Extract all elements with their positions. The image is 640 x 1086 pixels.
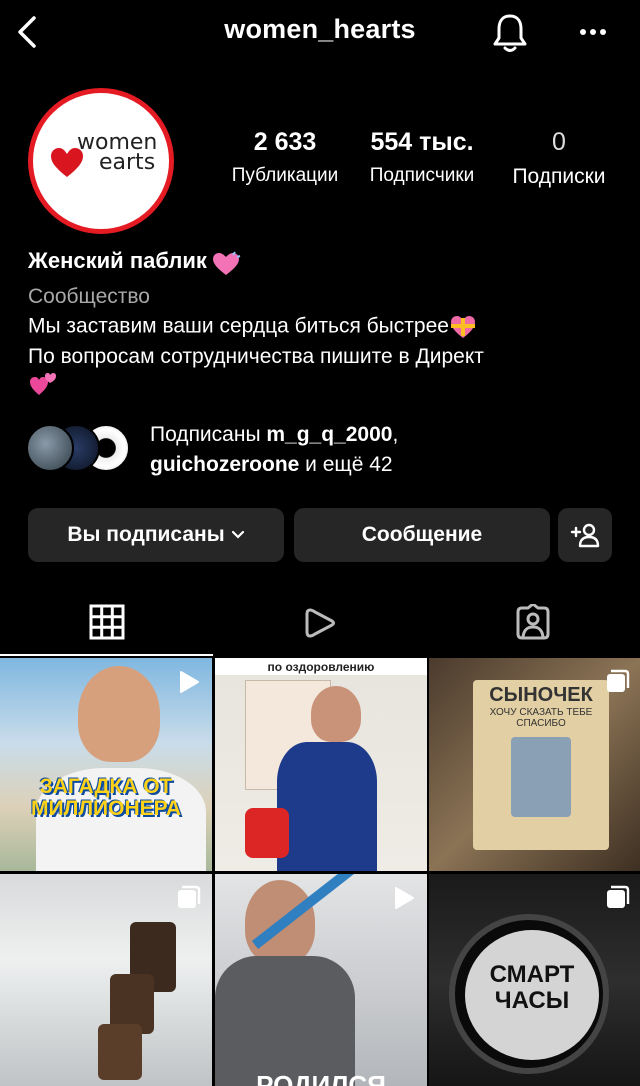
two-hearts-emoji-icon [30, 372, 56, 395]
profile-bio: Женский паблик Сообщество Мы заставим ва… [28, 248, 628, 402]
stat-posts-label: Публикации [231, 165, 339, 186]
carousel-icon [607, 885, 630, 908]
stat-following[interactable]: 0 Подписки [496, 128, 622, 189]
bio-line-2: По вопросам сотрудничества пишите в Дире… [28, 344, 484, 368]
post-thumbnail-person [215, 956, 355, 1086]
logo-wordmark: women earts [77, 130, 158, 175]
more-horizontal-icon[interactable] [576, 18, 610, 46]
profile-header: women_hearts [0, 0, 640, 64]
grid-post[interactable] [0, 874, 212, 1086]
post-overlay-text: РОДИЛСЯ [256, 1070, 386, 1086]
follower-avatar [26, 424, 74, 472]
message-button[interactable]: Сообщение [294, 508, 550, 562]
message-button-label: Сообщение [361, 523, 483, 546]
profile-display-name: Женский паблик [28, 248, 207, 273]
add-person-button[interactable] [558, 508, 612, 562]
stat-followers-value: 554 тыс. [370, 128, 474, 156]
subscribed-button-label: Вы подписаны [67, 523, 225, 546]
subscribed-button[interactable]: Вы подписаны [28, 508, 284, 562]
post-thumbnail-person [311, 686, 361, 742]
followed-by-row[interactable]: Подписаны m_g_q_2000, guichozeroone и ещ… [26, 420, 626, 480]
carousel-icon [607, 669, 630, 692]
reel-icon [395, 887, 414, 909]
profile-tabs [0, 590, 640, 656]
followed-by-user-2[interactable]: guichozeroone [150, 453, 299, 476]
stat-posts[interactable]: 2 633 Публикации [224, 128, 346, 187]
post-thumbnail-person [78, 666, 160, 762]
stat-following-value: 0 [552, 128, 566, 156]
grid-icon [89, 604, 124, 640]
grid-post[interactable]: по оздоровлению [215, 658, 427, 871]
add-person-icon [570, 523, 600, 548]
tagged-person-icon [516, 604, 549, 640]
profile-avatar[interactable]: women earts [28, 88, 174, 234]
bell-icon[interactable] [490, 12, 530, 54]
post-overlay-text: СЫНОЧЕК ХОЧУ СКАЗАТЬ ТЕБЕ СПАСИБО [473, 680, 609, 850]
stat-following-label: Подписки [512, 165, 606, 188]
reel-icon [180, 671, 199, 693]
followed-by-user-1[interactable]: m_g_q_2000 [266, 423, 392, 446]
followed-by-prefix: Подписаны [150, 423, 267, 446]
profile-username-title: women_hearts [224, 14, 416, 44]
stat-posts-value: 2 633 [253, 128, 317, 156]
post-overlay-text: СМАРТ ЧАСЫ [465, 930, 599, 1060]
post-overlay-subtitle: ХОЧУ СКАЗАТЬ ТЕБЕ СПАСИБО [489, 707, 593, 729]
reels-play-icon [305, 608, 335, 638]
chevron-down-icon [231, 530, 244, 539]
post-overlay-text: по оздоровлению [267, 660, 375, 674]
post-overlay-text: ЗАГАДКА ОТ МИЛЛИОНЕРА [31, 775, 181, 820]
tab-reels[interactable] [213, 590, 426, 656]
tab-tagged[interactable] [426, 590, 639, 656]
product-jar [98, 1024, 142, 1080]
post-overlay-title: СЫНОЧЕК [489, 684, 593, 706]
profile-category: Сообщество [28, 284, 150, 308]
heart-with-ribbon-emoji-icon [450, 315, 475, 338]
bio-line-1-text: Мы заставим ваши сердца биться быстрее [28, 314, 449, 338]
grid-post[interactable]: СМАРТ ЧАСЫ [429, 874, 640, 1086]
carousel-icon [178, 885, 201, 908]
post-thumbnail-person [277, 742, 377, 871]
followed-by-suffix: и ещё 42 [299, 453, 393, 476]
posts-grid: ЗАГАДКА ОТ МИЛЛИОНЕРА по оздоровлению СЫ… [0, 658, 640, 1086]
sparkling-heart-emoji-icon [213, 251, 241, 275]
grid-post[interactable]: РОДИЛСЯ [215, 874, 427, 1086]
red-chair [245, 808, 289, 858]
stat-followers[interactable]: 554 тыс. Подписчики [360, 128, 484, 187]
women-hearts-logo: women earts [37, 97, 165, 225]
profile-stats: 2 633 Публикации 554 тыс. Подписчики 0 П… [210, 128, 630, 198]
followed-by-text: Подписаны m_g_q_2000, guichozeroone и ещ… [150, 420, 398, 480]
grid-post[interactable]: СЫНОЧЕК ХОЧУ СКАЗАТЬ ТЕБЕ СПАСИБО [429, 658, 640, 871]
stat-followers-label: Подписчики [369, 165, 475, 186]
followed-by-separator: , [392, 423, 399, 446]
bio-line-1: Мы заставим ваши сердца биться быстрее [28, 314, 628, 340]
grid-post[interactable]: ЗАГАДКА ОТ МИЛЛИОНЕРА [0, 658, 212, 871]
child-photo [511, 737, 571, 817]
tab-posts-grid[interactable] [0, 590, 213, 656]
